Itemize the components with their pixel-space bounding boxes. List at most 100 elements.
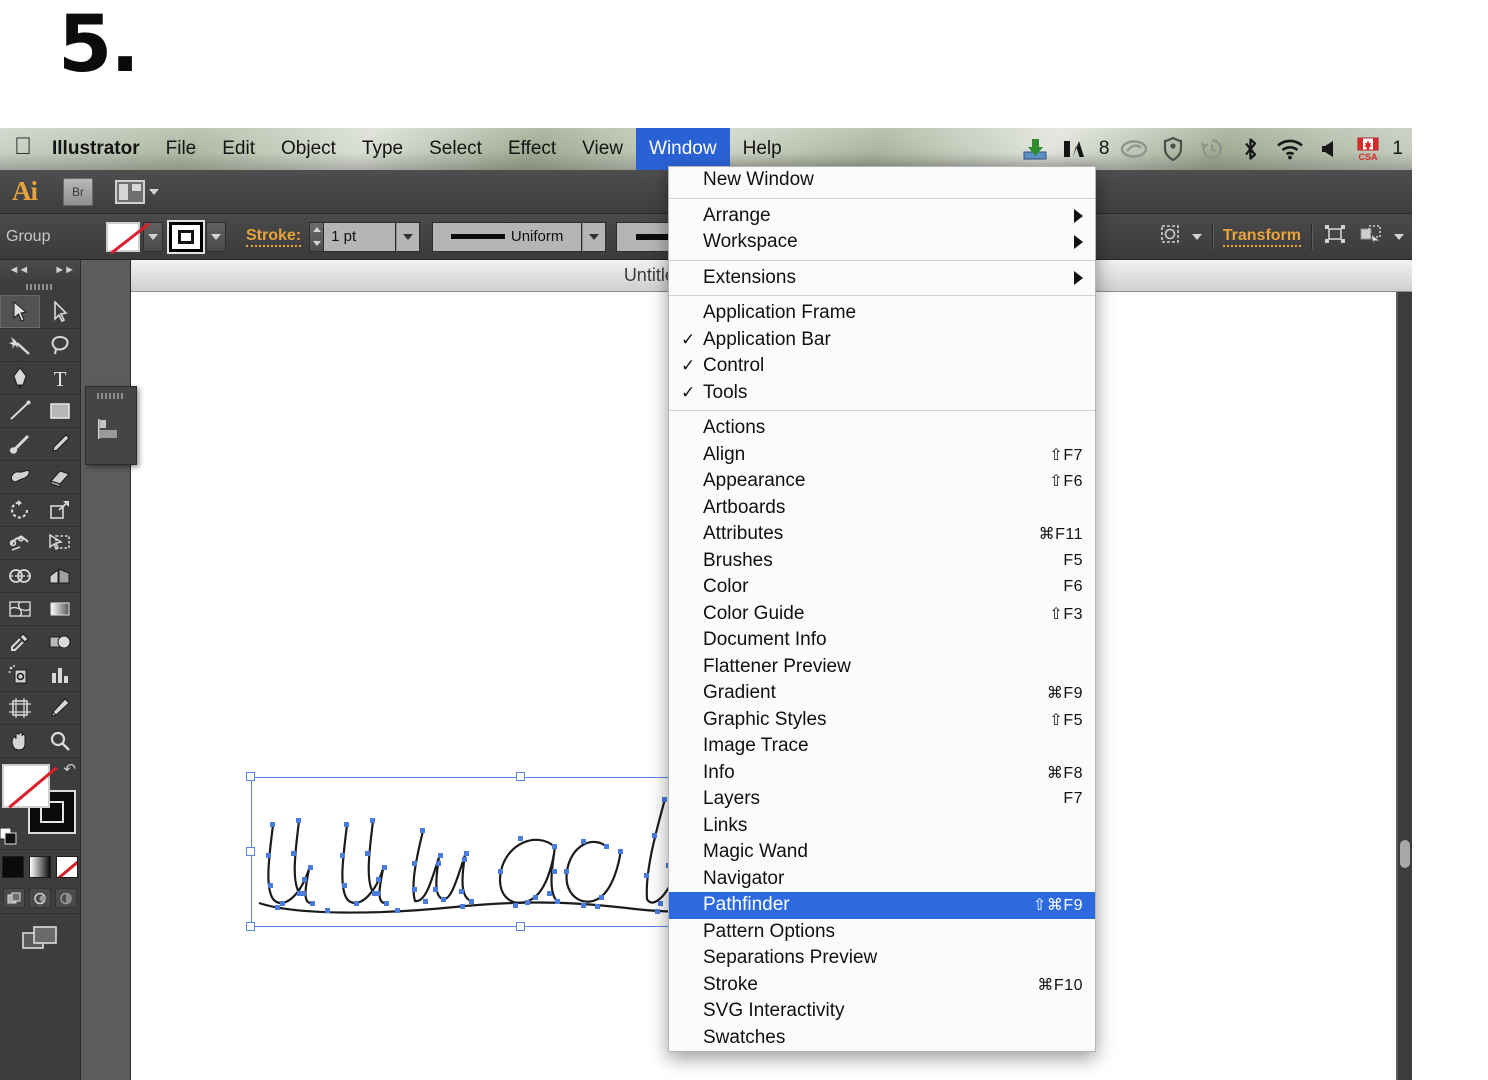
chevron-double-left-icon[interactable]: ◄◄ xyxy=(8,264,29,276)
csa-canada-flag-icon[interactable]: CSA xyxy=(1348,128,1387,170)
selection-handle[interactable] xyxy=(516,772,525,781)
tools-panel-header[interactable]: ◄◄ ►► xyxy=(0,260,80,279)
align-panel-grip[interactable] xyxy=(86,387,136,405)
black-stroke-swatch[interactable] xyxy=(169,221,203,252)
stroke-profile-dropdown[interactable] xyxy=(582,221,607,252)
menu-item-links[interactable]: Links xyxy=(669,813,1095,840)
menu-item-new-window[interactable]: New Window xyxy=(669,167,1095,194)
menu-type[interactable]: Type xyxy=(349,128,416,170)
arrange-documents-button[interactable] xyxy=(115,179,159,204)
menu-item-artboards[interactable]: Artboards xyxy=(669,495,1095,522)
rectangle-tool[interactable] xyxy=(40,394,80,427)
menu-item-workspace[interactable]: Workspace xyxy=(669,229,1095,256)
menubar-clock[interactable]: 1 xyxy=(1387,138,1408,160)
menu-item-gradient[interactable]: Gradient ⌘F9 xyxy=(669,680,1095,707)
transform-link[interactable]: Transform xyxy=(1222,227,1301,247)
menu-item-appearance[interactable]: Appearance ⇧F6 xyxy=(669,468,1095,495)
align-objects-icon[interactable] xyxy=(1322,222,1348,251)
menu-item-attributes[interactable]: Attributes ⌘F11 xyxy=(669,521,1095,548)
align-panel-dock[interactable] xyxy=(85,386,137,465)
blob-brush-tool[interactable] xyxy=(0,460,40,493)
fill-color-swatch[interactable] xyxy=(2,764,50,808)
menu-view[interactable]: View xyxy=(569,128,636,170)
pen-tool[interactable] xyxy=(0,361,40,394)
eraser-tool[interactable] xyxy=(40,460,80,493)
menu-item-image-trace[interactable]: Image Trace xyxy=(669,733,1095,760)
creative-cloud-loop-icon[interactable] xyxy=(1114,128,1153,170)
paintbrush-tool[interactable] xyxy=(0,427,40,460)
menu-item-application-bar[interactable]: ✓ Application Bar xyxy=(669,327,1095,354)
menu-edit[interactable]: Edit xyxy=(209,128,268,170)
swap-fill-stroke-icon[interactable]: ↶ xyxy=(63,760,76,778)
draw-behind-icon[interactable] xyxy=(29,888,51,908)
menu-item-navigator[interactable]: Navigator xyxy=(669,866,1095,893)
mesh-tool[interactable] xyxy=(0,592,40,625)
magic-wand-tool[interactable] xyxy=(0,328,40,361)
shape-chevron-down-icon[interactable] xyxy=(1394,233,1404,240)
menu-item-info[interactable]: Info ⌘F8 xyxy=(669,760,1095,787)
menu-help[interactable]: Help xyxy=(730,128,795,170)
menu-effect[interactable]: Effect xyxy=(495,128,569,170)
menu-item-actions[interactable]: Actions xyxy=(669,415,1095,442)
adobe-creative-cloud-A-icon[interactable] xyxy=(1055,128,1094,170)
width-tool[interactable] xyxy=(0,526,40,559)
stroke-control[interactable] xyxy=(169,221,226,252)
menu-item-align[interactable]: Align ⇧F7 xyxy=(669,442,1095,469)
gradient-tool[interactable] xyxy=(40,592,80,625)
artboard-tool[interactable] xyxy=(0,691,40,724)
menu-item-graphic-styles[interactable]: Graphic Styles ⇧F5 xyxy=(669,707,1095,734)
bluetooth-icon[interactable] xyxy=(1231,128,1270,170)
shape-options-icon[interactable] xyxy=(1358,222,1384,251)
stroke-weight-label[interactable]: Stroke: xyxy=(246,227,302,247)
menu-item-pathfinder[interactable]: Pathfinder ⇧⌘F9 xyxy=(669,892,1095,919)
menu-item-magic-wand[interactable]: Magic Wand xyxy=(669,839,1095,866)
free-transform-tool[interactable] xyxy=(40,526,80,559)
selection-handle[interactable] xyxy=(246,922,255,931)
menu-item-pattern-options[interactable]: Pattern Options xyxy=(669,919,1095,946)
gradient-swatch[interactable] xyxy=(29,855,51,878)
menu-object[interactable]: Object xyxy=(268,128,349,170)
default-fill-stroke-icon[interactable] xyxy=(0,827,17,845)
menu-item-stroke[interactable]: Stroke ⌘F10 xyxy=(669,972,1095,999)
none-fill-swatch[interactable] xyxy=(106,221,140,252)
stroke-chevron-down-icon[interactable] xyxy=(206,221,226,252)
stroke-profile-select[interactable]: Uniform xyxy=(432,221,583,252)
blend-tool[interactable] xyxy=(40,625,80,658)
menu-item-control[interactable]: ✓ Control xyxy=(669,353,1095,380)
hand-tool[interactable] xyxy=(0,724,40,757)
scale-tool[interactable] xyxy=(40,493,80,526)
vertical-scrollbar[interactable] xyxy=(1398,292,1412,1080)
menu-item-application-frame[interactable]: Application Frame xyxy=(669,300,1095,327)
menu-item-brushes[interactable]: Brushes F5 xyxy=(669,548,1095,575)
pencil-tool[interactable] xyxy=(40,427,80,460)
menu-illustrator[interactable]: Illustrator xyxy=(46,128,153,170)
color-swatch-black[interactable] xyxy=(2,855,24,878)
menu-select[interactable]: Select xyxy=(416,128,495,170)
menu-item-flattener-preview[interactable]: Flattener Preview xyxy=(669,654,1095,681)
fill-control[interactable] xyxy=(106,221,163,252)
symbol-sprayer-tool[interactable] xyxy=(0,658,40,691)
menu-item-color[interactable]: Color F6 xyxy=(669,574,1095,601)
align-panel-icon[interactable] xyxy=(86,405,136,455)
shape-builder-tool[interactable] xyxy=(0,559,40,592)
menu-item-extensions[interactable]: Extensions xyxy=(669,265,1095,292)
menu-item-swatches[interactable]: Swatches xyxy=(669,1025,1095,1052)
stroke-weight-stepper[interactable] xyxy=(309,221,325,252)
type-tool[interactable]: T xyxy=(40,361,80,394)
line-segment-tool[interactable] xyxy=(0,394,40,427)
apple-logo-icon[interactable]:  xyxy=(0,135,46,163)
chevron-double-right-icon[interactable]: ►► xyxy=(54,264,75,276)
column-graph-tool[interactable] xyxy=(40,658,80,691)
draw-inside-icon[interactable] xyxy=(55,888,77,908)
direct-selection-tool[interactable] xyxy=(40,295,80,328)
menu-item-layers[interactable]: Layers F7 xyxy=(669,786,1095,813)
lasso-tool[interactable] xyxy=(40,328,80,361)
tools-panel-grip[interactable] xyxy=(0,279,80,295)
time-machine-clock-icon[interactable] xyxy=(1192,128,1231,170)
stroke-weight-input[interactable]: 1 pt xyxy=(324,221,397,252)
menu-item-arrange[interactable]: Arrange xyxy=(669,203,1095,230)
menu-item-color-guide[interactable]: Color Guide ⇧F3 xyxy=(669,601,1095,628)
eyedropper-tool[interactable] xyxy=(0,625,40,658)
draw-normal-icon[interactable] xyxy=(3,888,25,908)
rotate-tool[interactable] xyxy=(0,493,40,526)
